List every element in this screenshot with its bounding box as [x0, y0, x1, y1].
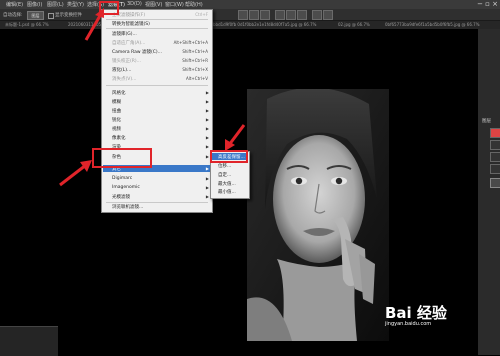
watermark-logo: Bai 经验 [385, 304, 447, 322]
watermark: Bai 经验 jingyan.baidu.com [385, 302, 447, 327]
arrow-to-filter-menu [84, 8, 104, 41]
arrow-to-other [59, 160, 92, 187]
arrow-to-high-pass [225, 124, 246, 151]
